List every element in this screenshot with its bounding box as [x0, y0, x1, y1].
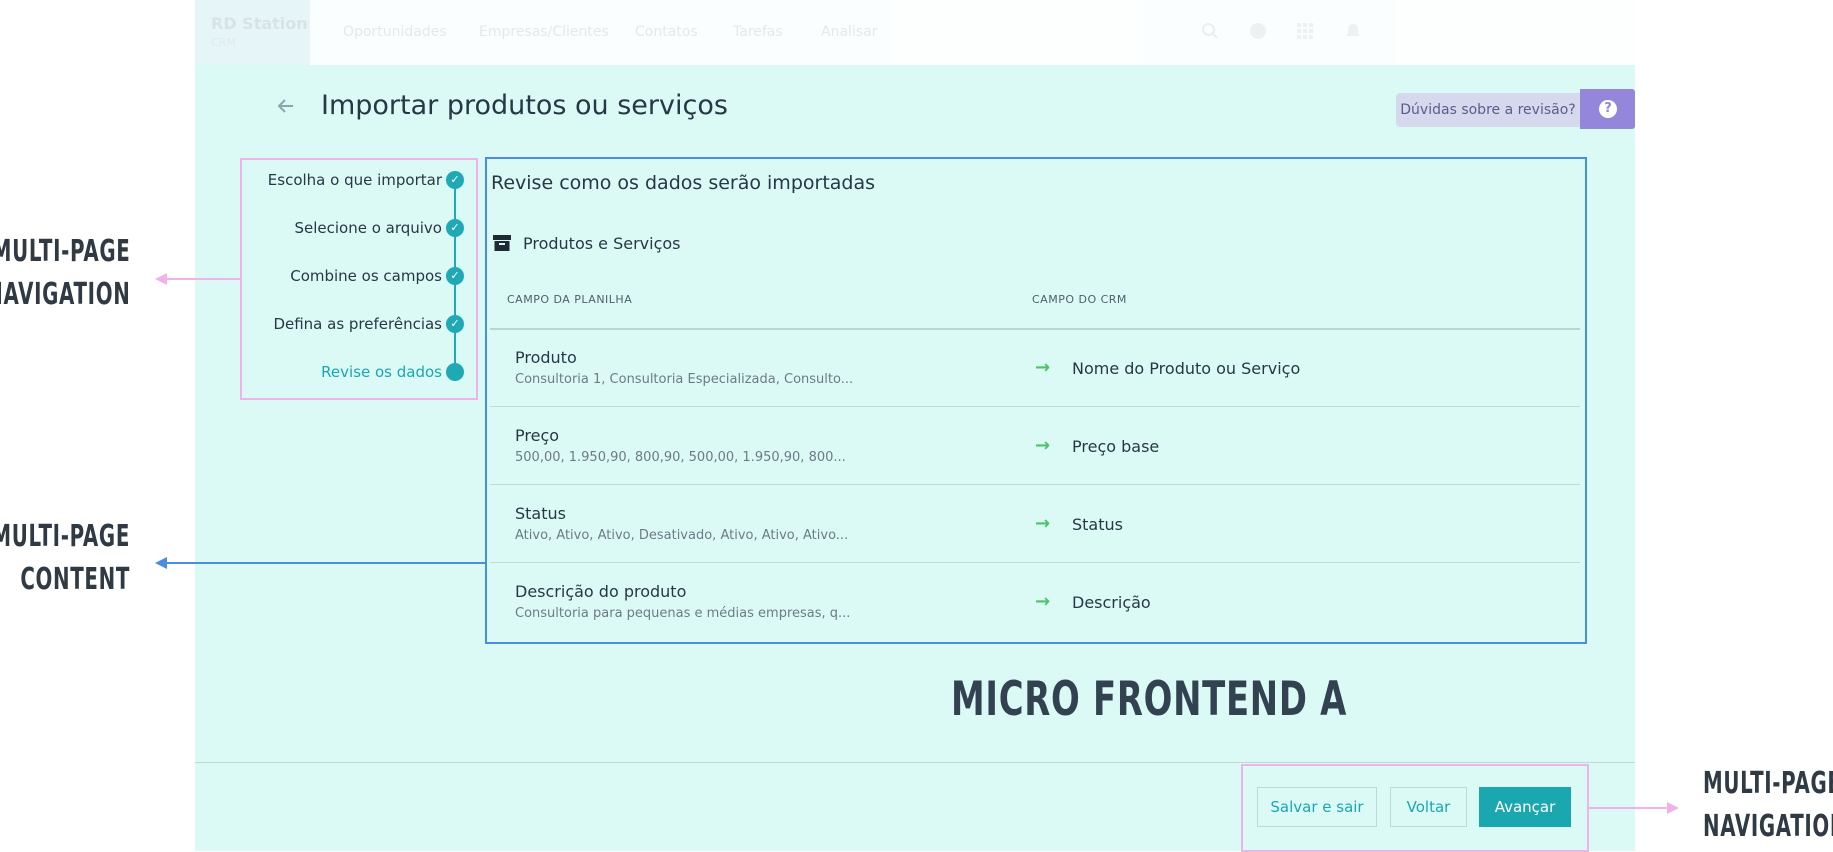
apps-grid-icon[interactable]: [1295, 22, 1315, 42]
annotation-line: NAVIGATION: [0, 277, 130, 312]
annotation-nav-left: MULTI-PAGE NAVIGATION: [0, 230, 130, 316]
page-title: Importar produtos ou serviços: [321, 90, 728, 121]
arrow-left-icon: [155, 273, 167, 285]
search-icon[interactable]: [1200, 22, 1220, 42]
annotation-line: CONTENT: [20, 562, 130, 597]
nav-tarefas[interactable]: Tarefas: [733, 24, 783, 40]
help-review-button[interactable]: Dúvidas sobre a revisão?: [1396, 93, 1580, 127]
question-icon: ?: [1599, 100, 1617, 118]
bell-icon[interactable]: [1343, 22, 1363, 42]
arrow-line: [165, 278, 240, 280]
footer-highlight-box: [1241, 764, 1589, 852]
annotation-content-left: MULTI-PAGE CONTENT: [0, 515, 130, 601]
arrow-left-icon: [155, 557, 167, 569]
nav-empresas-clientes[interactable]: Empresas/Clientes: [479, 24, 609, 40]
annotation-line: NAVIGATION: [1703, 809, 1833, 844]
arrow-right-icon: [1667, 802, 1679, 814]
nav-oportunidades[interactable]: Oportunidades: [343, 24, 447, 40]
help-question-button[interactable]: ?: [1580, 89, 1635, 129]
footer-divider: [195, 762, 1635, 763]
brand-logo[interactable]: RD Station CRM: [195, 0, 310, 65]
nav-analisar[interactable]: Analisar: [821, 24, 877, 40]
arrow-line: [1587, 807, 1669, 809]
back-arrow-icon[interactable]: [277, 95, 295, 120]
annotation-line: MULTI-PAGE: [0, 519, 130, 554]
content-highlight-box: [485, 157, 1587, 644]
micro-frontend-label: MICRO FRONTEND A: [951, 672, 1348, 727]
annotation-line: MULTI-PAGE: [1703, 766, 1833, 801]
arrow-line: [165, 562, 485, 564]
stepper-highlight-box: [240, 158, 478, 400]
annotation-line: MULTI-PAGE: [0, 234, 130, 269]
top-navbar: RD Station CRM Oportunidades Empresas/Cl…: [195, 0, 1635, 65]
help-circle-icon[interactable]: [1248, 22, 1268, 42]
brand-name: RD Station: [211, 14, 308, 33]
annotation-nav-right: MULTI-PAGE NAVIGATION: [1703, 762, 1833, 848]
nav-contatos[interactable]: Contatos: [635, 24, 698, 40]
brand-sub: CRM: [211, 36, 236, 49]
